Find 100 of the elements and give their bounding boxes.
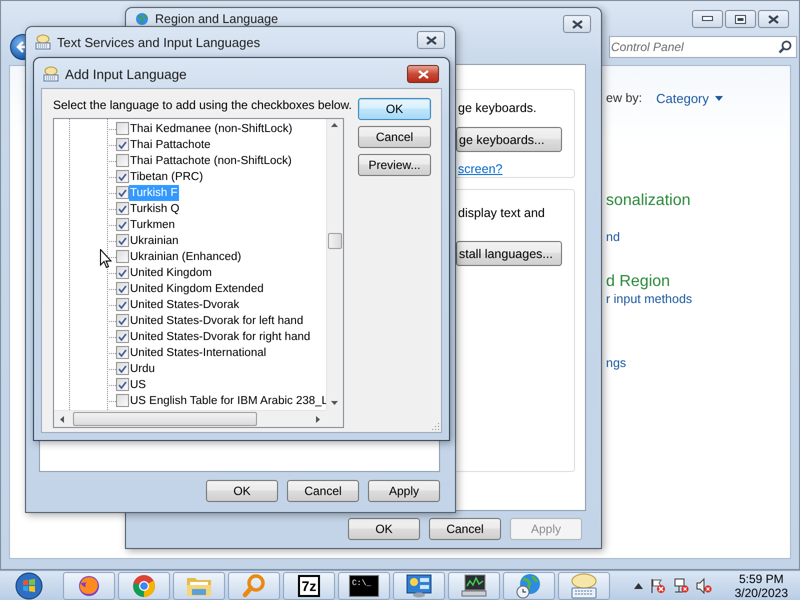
checkbox[interactable] <box>116 250 129 263</box>
dialog-button[interactable]: Cancel <box>358 126 431 148</box>
category-link[interactable]: nd <box>606 230 620 244</box>
network-icon[interactable] <box>672 578 689 594</box>
tree-item[interactable]: United Kingdom <box>129 265 213 281</box>
scroll-down-icon[interactable] <box>331 401 338 405</box>
checkbox[interactable] <box>116 394 129 407</box>
dialog-button[interactable]: OK <box>358 98 431 120</box>
help-link[interactable]: screen? <box>458 162 502 176</box>
description-text: display text and <box>458 206 546 220</box>
clock-date[interactable]: 3/20/2023 <box>734 586 788 600</box>
taskbar-button[interactable]: 7z <box>283 572 335 600</box>
search-field[interactable]: Control Panel <box>609 36 797 58</box>
tree-item[interactable]: United Kingdom Extended <box>129 281 265 297</box>
scroll-left-icon[interactable] <box>60 416 64 423</box>
close-button[interactable] <box>407 65 439 83</box>
view-by-dropdown[interactable]: Category <box>656 90 723 106</box>
checkbox[interactable] <box>116 330 129 343</box>
checkbox[interactable] <box>116 186 129 199</box>
tree-item[interactable]: Thai Pattachote (non-ShiftLock) <box>129 153 293 169</box>
speaker-muted-icon[interactable] <box>696 578 712 594</box>
tree-item[interactable]: Thai Kedmanee (non-ShiftLock) <box>129 121 294 137</box>
clock-time[interactable]: 5:59 PM <box>738 572 784 586</box>
close-icon <box>426 36 436 44</box>
tree-item[interactable]: Turkish Q <box>129 201 180 217</box>
vertical-scrollbar[interactable] <box>326 119 343 410</box>
checkbox[interactable] <box>116 314 129 327</box>
tree-item[interactable]: US <box>129 377 147 393</box>
language-tree[interactable] <box>53 118 344 428</box>
scroll-up-icon[interactable] <box>331 123 338 127</box>
resize-grip-icon[interactable] <box>430 421 440 431</box>
scroll-thumb[interactable] <box>328 233 342 249</box>
checkbox[interactable] <box>116 218 129 231</box>
scroll-right-icon[interactable] <box>316 416 320 423</box>
checkbox[interactable] <box>116 298 129 311</box>
taskbar-button[interactable] <box>448 572 500 600</box>
tree-item[interactable]: US English Table for IBM Arabic 238_L <box>129 393 329 409</box>
monitor-icon <box>461 574 487 598</box>
keyboard-icon <box>569 572 599 598</box>
close-button[interactable] <box>563 15 591 33</box>
globe-icon <box>135 12 149 26</box>
tree-item[interactable]: Tibetan (PRC) <box>129 169 204 185</box>
restore-icon <box>735 14 746 24</box>
close-button[interactable] <box>758 10 789 28</box>
category-heading[interactable]: sonalization <box>606 192 690 210</box>
dialog-button[interactable]: Preview... <box>358 154 431 176</box>
magnifier-icon <box>242 574 266 598</box>
taskbar-button[interactable]: C:\_ <box>338 572 390 600</box>
taskbar-button[interactable] <box>393 572 445 600</box>
flag-icon[interactable] <box>650 578 666 594</box>
taskbar-button[interactable] <box>63 572 115 600</box>
checkbox[interactable] <box>116 122 129 135</box>
dialog-button[interactable]: Apply <box>368 480 440 502</box>
category-heading[interactable]: d Region <box>606 273 670 291</box>
tree-item[interactable]: Urdu <box>129 361 156 377</box>
dialog-button[interactable]: OK <box>348 518 420 540</box>
control-panel-icon <box>406 574 432 598</box>
checkbox[interactable] <box>116 154 129 167</box>
archive-logo: 7z <box>298 574 320 596</box>
close-button[interactable] <box>417 31 445 49</box>
checkbox[interactable] <box>116 234 129 247</box>
tree-item[interactable]: Ukrainian (Enhanced) <box>129 249 242 265</box>
checkbox[interactable] <box>116 138 129 151</box>
tree-item[interactable]: United States-International <box>129 345 268 361</box>
description-text: ge keyboards. <box>458 101 538 115</box>
checkbox[interactable] <box>116 378 129 391</box>
tree-item[interactable]: United States-Dvorak for left hand <box>129 313 304 329</box>
scroll-thumb[interactable] <box>73 412 257 426</box>
globe-clock-icon <box>516 572 542 598</box>
tree-item[interactable]: Ukrainian <box>129 233 180 249</box>
category-link[interactable]: r input methods <box>606 292 692 306</box>
maximize-button[interactable] <box>725 10 756 28</box>
checkbox[interactable] <box>116 202 129 215</box>
close-icon <box>768 14 779 24</box>
tree-item[interactable]: United States-Dvorak for right hand <box>129 329 312 345</box>
install-languages-button[interactable]: stall languages... <box>456 241 562 266</box>
minimize-button[interactable] <box>692 10 723 28</box>
dialog-button[interactable]: Cancel <box>287 480 359 502</box>
category-link[interactable]: ngs <box>606 356 626 370</box>
tree-item[interactable]: United States-Dvorak <box>129 297 240 313</box>
tree-item[interactable]: Turkmen <box>129 217 176 233</box>
dialog-button[interactable]: OK <box>206 480 278 502</box>
change-keyboards-button[interactable]: ge keyboards... <box>456 127 562 152</box>
checkbox[interactable] <box>116 282 129 295</box>
horizontal-scrollbar[interactable] <box>54 410 326 427</box>
close-icon <box>418 70 428 78</box>
keyboard-icon <box>43 66 59 82</box>
checkbox[interactable] <box>116 266 129 279</box>
mouse-cursor-icon <box>100 249 112 269</box>
dropdown-arrow-icon <box>714 96 723 100</box>
keyboard-icon <box>35 34 51 50</box>
checkbox[interactable] <box>116 362 129 375</box>
browser-icon <box>132 574 156 598</box>
dialog-button[interactable]: Cancel <box>429 518 501 540</box>
checkbox[interactable] <box>116 346 129 359</box>
checkbox[interactable] <box>116 170 129 183</box>
dialog-title: Add Input Language <box>65 66 188 82</box>
tree-item[interactable]: Thai Pattachote <box>129 137 212 153</box>
terminal-logo: C:\_ <box>349 574 379 596</box>
show-hidden-icons-icon[interactable] <box>634 582 643 588</box>
